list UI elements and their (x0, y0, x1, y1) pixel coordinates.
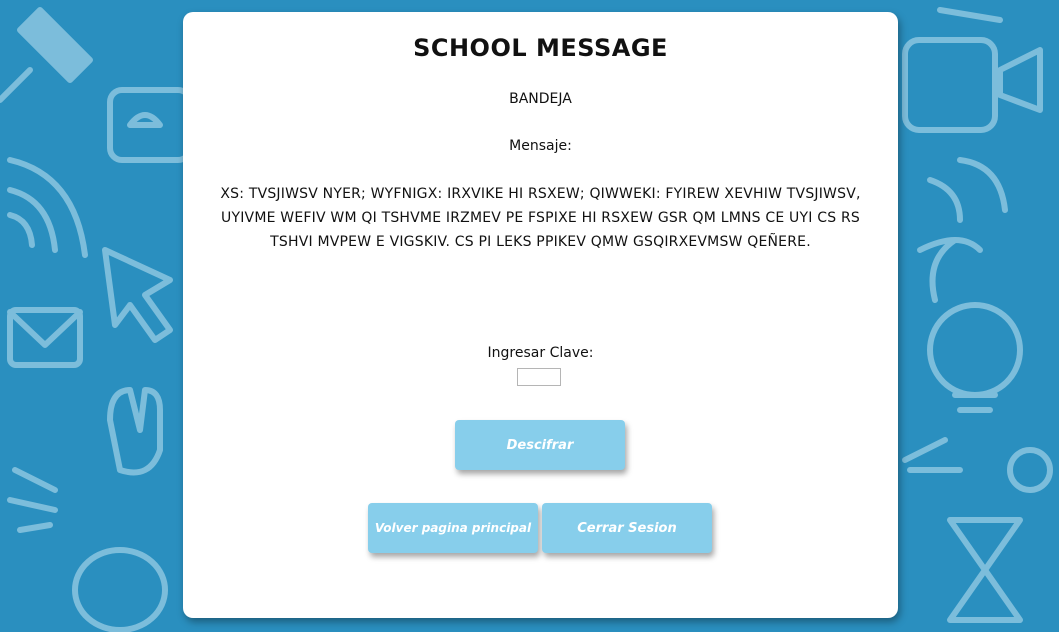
wifi-icon-right (927, 157, 1008, 223)
enter-key-icon-right (902, 37, 998, 133)
message-card: SCHOOL MESSAGE BANDEJA Mensaje: XS: TVSJ… (183, 12, 898, 618)
back-home-button[interactable]: Volver pagina principal (368, 503, 538, 553)
key-label: Ingresar Clave: (487, 345, 594, 361)
message-label: Mensaje: (509, 138, 572, 154)
ok-bubble-icon (72, 547, 168, 632)
pushpin-icon (0, 7, 93, 103)
logout-button[interactable]: Cerrar Sesion (542, 503, 712, 553)
key-input[interactable] (517, 368, 561, 386)
envelope-icon (7, 307, 83, 368)
lightbulb-icon (927, 237, 1023, 413)
megaphone-icon (937, 7, 1043, 113)
hand-icon (107, 387, 163, 476)
wifi-icon (7, 157, 88, 258)
encrypted-message-text: XS: TVSJIWSV NYER; WYFNIGX: IRXVIKE HI R… (220, 186, 861, 250)
enter-key-icon (107, 87, 193, 163)
decrypt-button[interactable]: Descifrar (455, 420, 625, 470)
inbox-label: BANDEJA (509, 91, 572, 107)
cursor-arrow-icon (102, 247, 173, 343)
page-title: SCHOOL MESSAGE (413, 34, 668, 62)
hourglass-icon (947, 517, 1023, 623)
